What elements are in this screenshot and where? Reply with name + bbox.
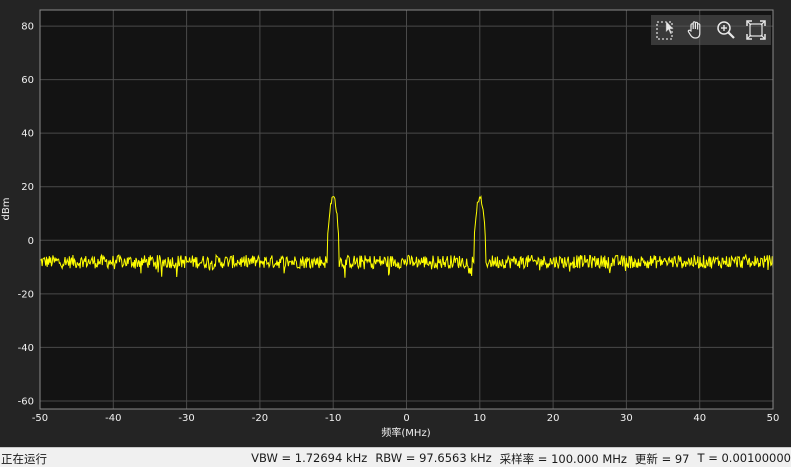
x-tick-label: -20 xyxy=(252,413,268,424)
vbw-readout: VBW = 1.72694 kHz xyxy=(251,451,368,465)
rbw-readout: RBW = 97.6563 kHz xyxy=(375,451,492,465)
y-tick-label: 40 xyxy=(21,129,34,140)
pan-hand-icon xyxy=(687,21,701,39)
x-tick-label: 20 xyxy=(547,413,560,424)
run-state-text: 正在运行 xyxy=(1,452,47,466)
y-tick-label: 60 xyxy=(21,75,34,86)
zoom-in-tool-button[interactable] xyxy=(711,15,741,45)
y-tick-label: -20 xyxy=(18,289,34,300)
y-axis-label: dBm xyxy=(1,198,12,221)
plot-toolbar xyxy=(651,15,771,45)
x-tick-label: -50 xyxy=(32,413,48,424)
pan-tool-button[interactable] xyxy=(681,15,711,45)
y-tick-label: 80 xyxy=(21,22,34,33)
status-bar: 正在运行 VBW = 1.72694 kHz RBW = 97.6563 kHz… xyxy=(0,447,791,467)
x-tick-label: -30 xyxy=(178,413,194,424)
y-tick-label: -60 xyxy=(18,396,34,407)
fit-view-tool-button[interactable] xyxy=(741,15,771,45)
fit-view-icon xyxy=(746,20,766,40)
sample-rate-readout: 采样率 = 100.000 MHz xyxy=(499,452,627,466)
spectrum-analyzer-window: -50 -40 -30 -20 -10 0 10 20 30 40 50 -60 -40 -20 0 20 40… xyxy=(0,0,791,447)
x-tick-label: 50 xyxy=(767,413,780,424)
y-tick-label: 0 xyxy=(28,236,34,247)
cursor-tool-button[interactable] xyxy=(651,15,681,45)
y-tick-label: -40 xyxy=(18,343,34,354)
y-tick-label: 20 xyxy=(21,182,34,193)
zoom-in-icon xyxy=(717,21,735,39)
x-tick-label: 30 xyxy=(620,413,633,424)
time-readout: T = 0.00100000 xyxy=(697,451,791,465)
x-tick-label: -40 xyxy=(105,413,121,424)
cursor-icon xyxy=(656,20,675,40)
x-tick-label: 0 xyxy=(403,413,409,424)
spectrum-plot: -50 -40 -30 -20 -10 0 10 20 30 40 50 -60 -40 -20 0 20 40… xyxy=(1,9,780,439)
measurement-info: VBW = 1.72694 kHz RBW = 97.6563 kHz 采样率 … xyxy=(251,451,791,467)
x-axis-label: 频率(MHz) xyxy=(381,426,430,439)
x-tick-label: 40 xyxy=(693,413,706,424)
x-tick-label: 10 xyxy=(473,413,486,424)
update-count-readout: 更新 = 97 xyxy=(634,452,690,466)
x-tick-label: -10 xyxy=(325,413,341,424)
